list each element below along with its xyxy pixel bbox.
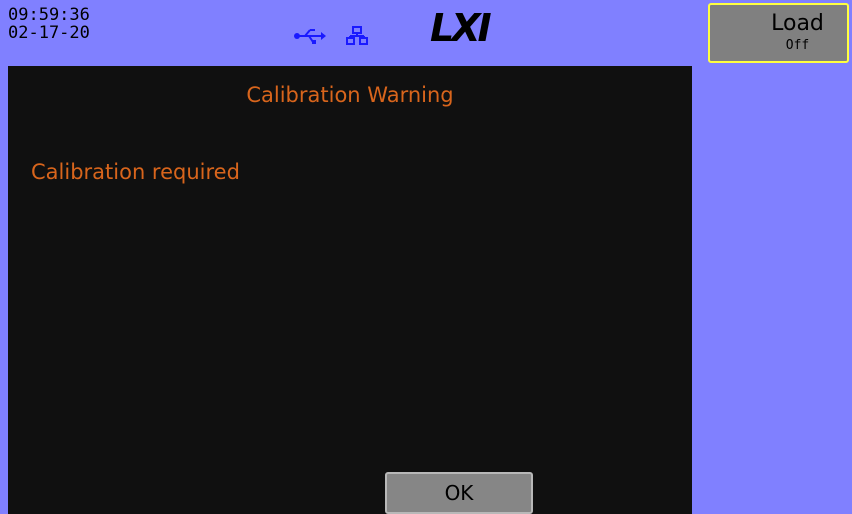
clock: 09:59:36 02-17-20 (8, 6, 90, 42)
load-softkey-label: Load (771, 11, 824, 36)
date-display: 02-17-20 (8, 23, 90, 43)
dialog-message: Calibration required (31, 160, 240, 184)
calibration-warning-dialog: Calibration Warning Calibration required… (8, 66, 692, 514)
time-display: 09:59:36 (8, 5, 90, 25)
usb-icon (294, 29, 326, 44)
load-softkey-button[interactable]: Load Off (708, 3, 849, 63)
lxi-logo: LXI (430, 6, 492, 50)
load-softkey-value: Off (785, 38, 810, 53)
left-frame-bar (0, 0, 8, 514)
lan-icon (346, 26, 368, 45)
dialog-title: Calibration Warning (246, 83, 454, 107)
ok-button[interactable]: OK (385, 472, 533, 514)
